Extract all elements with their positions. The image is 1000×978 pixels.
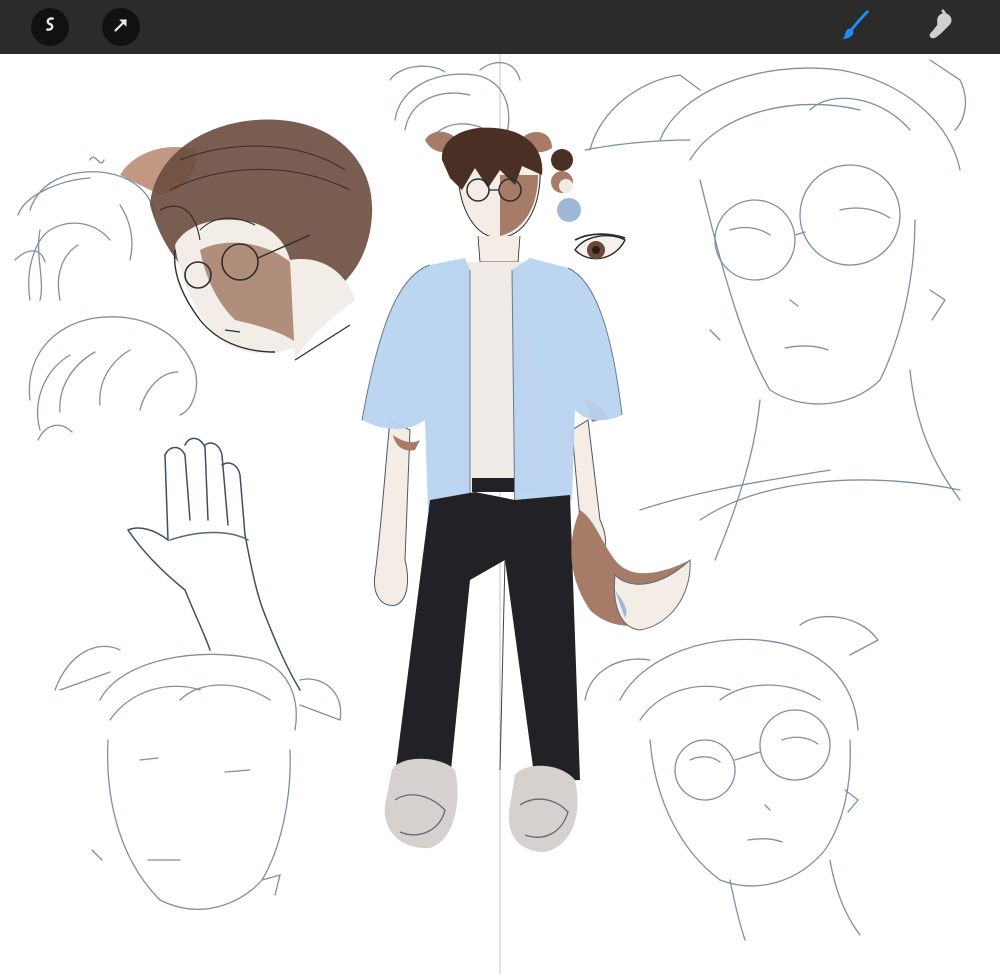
hair-sketch-2: [28, 316, 198, 441]
selection-arrow-icon: [110, 14, 132, 40]
adjustments-icon: [39, 14, 61, 40]
top-toolbar: [0, 0, 1000, 54]
hand-sketch: [126, 437, 301, 691]
swatch-hair: [551, 149, 573, 171]
face-sketch-bottom-right: [584, 615, 879, 941]
smudge-icon: [924, 8, 958, 46]
selection-button[interactable]: [102, 8, 140, 46]
brush-tool-button[interactable]: [839, 9, 875, 45]
adjustments-button[interactable]: [31, 8, 69, 46]
swatch-skin: [559, 179, 573, 193]
drawing-canvas[interactable]: #4a2f25 #a67b67 #f2ebe4 #9fb7d6: [0, 54, 1000, 974]
smudge-tool-button[interactable]: [923, 9, 959, 45]
swatch-blue: [557, 198, 581, 222]
artwork: [14, 54, 967, 974]
brush-icon: [840, 8, 874, 46]
face-sketch-large-right: [584, 59, 967, 561]
color-palette: [551, 149, 581, 222]
eye-study: [574, 233, 626, 260]
painted-head-profile: [120, 119, 373, 361]
character-full-body: [361, 127, 691, 852]
